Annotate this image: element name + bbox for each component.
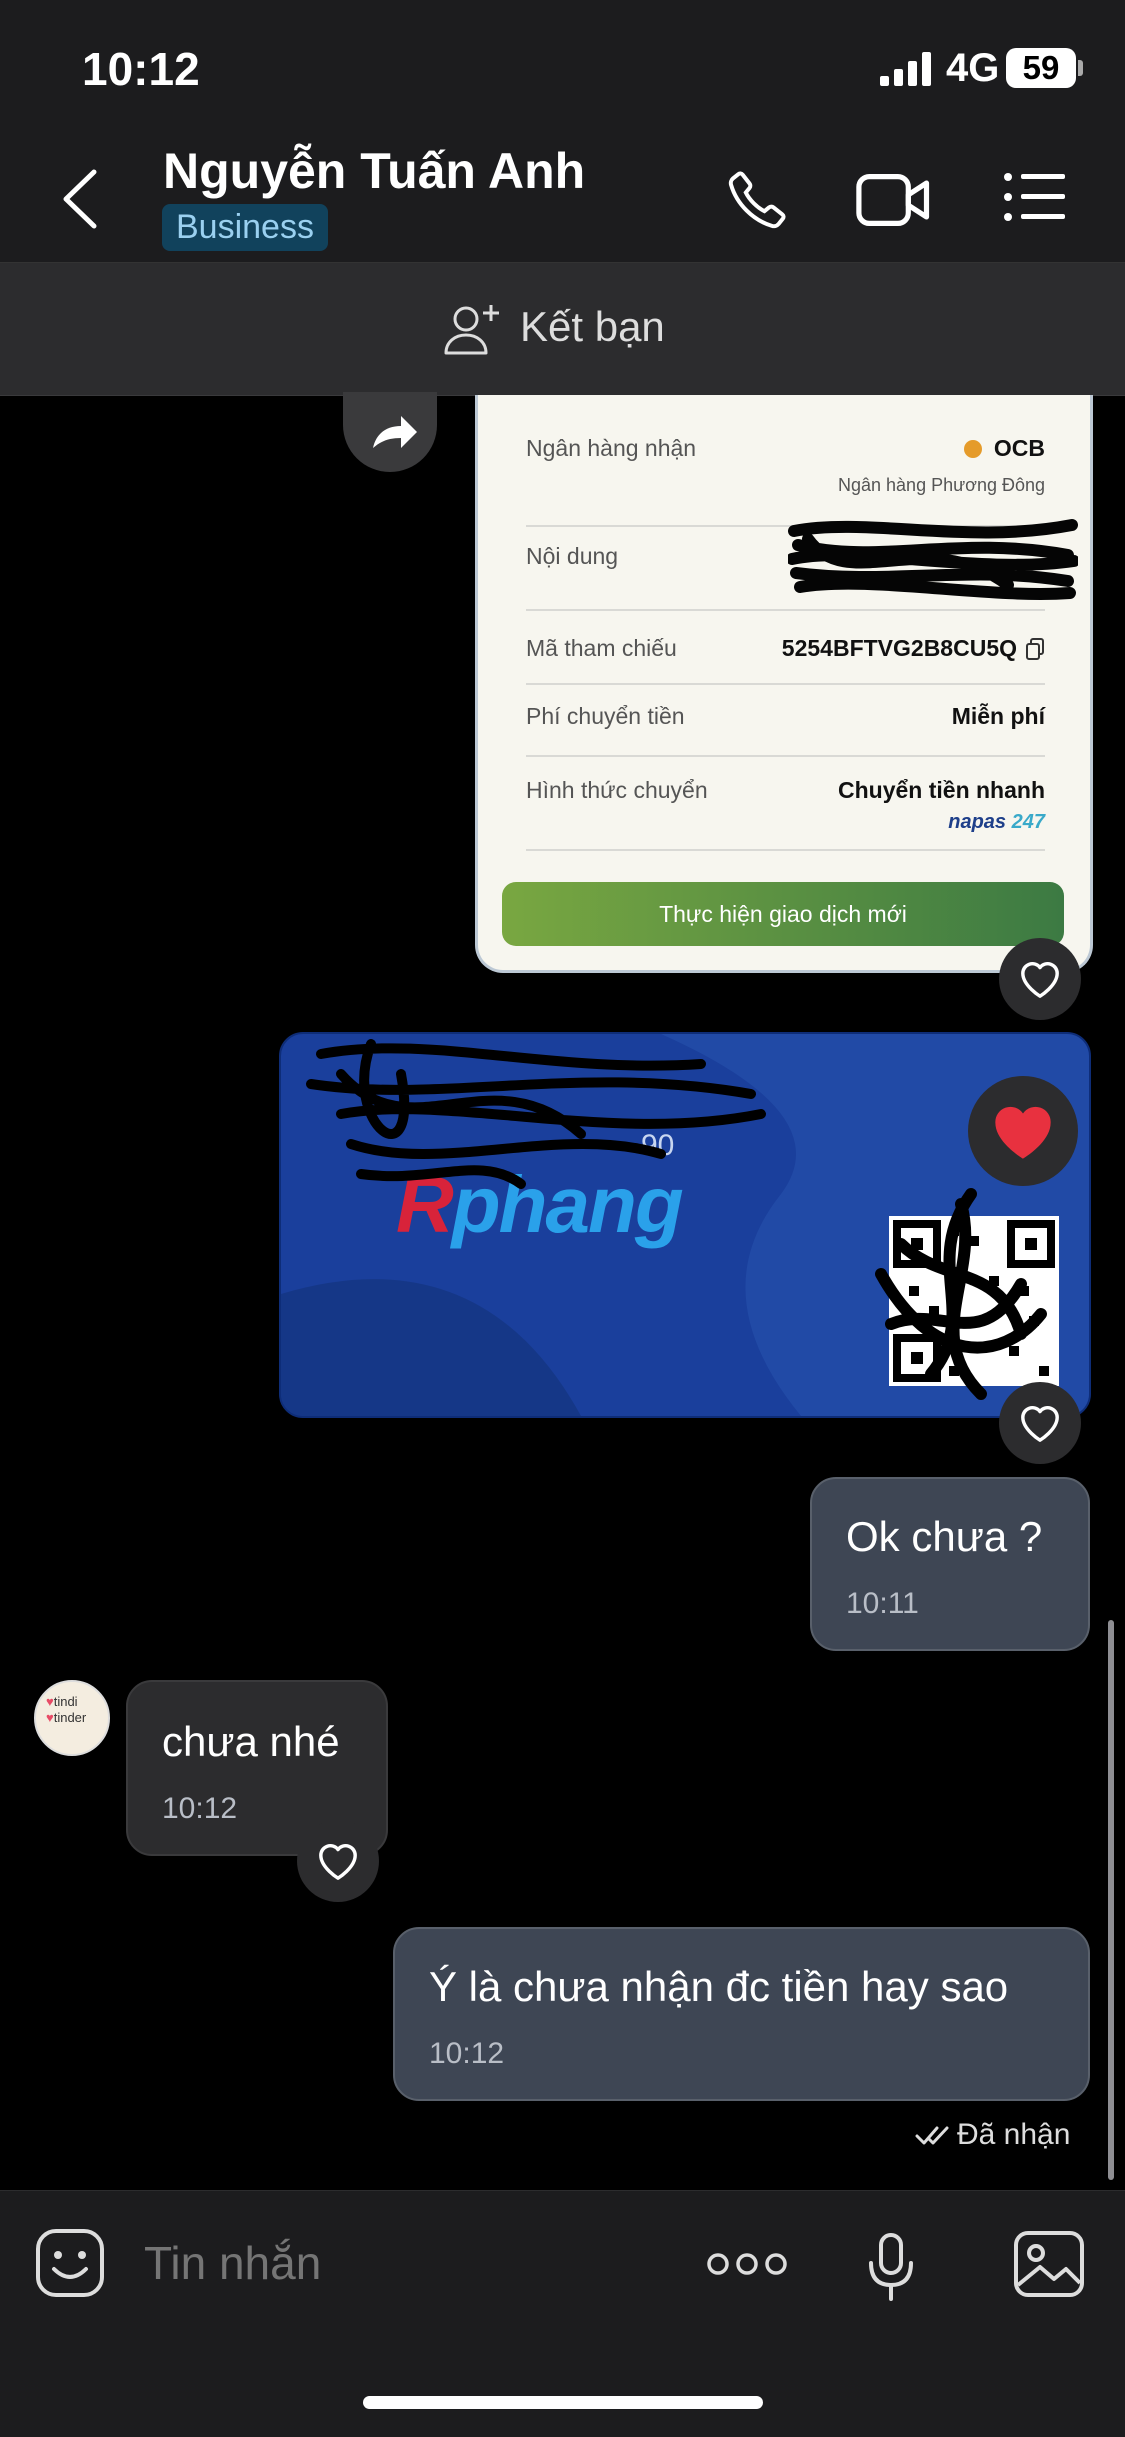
receipt-value: Miễn phí: [951, 703, 1045, 729]
scrollbar[interactable]: [1108, 1620, 1114, 2180]
card-image[interactable]: 90 Rphang: [279, 1032, 1091, 1418]
receipt-value: 5254BFTVG2B8CU5Q: [781, 635, 1017, 661]
home-indicator: [363, 2396, 763, 2409]
receipt-label: Hình thức chuyển: [526, 777, 708, 803]
heart-outline-icon: [319, 1844, 357, 1880]
add-friend-label: Kết bạn: [520, 303, 665, 350]
message-text: Ok chưa ?: [846, 1513, 1043, 1560]
heart-outline-icon: [1021, 962, 1059, 998]
phone-icon[interactable]: [725, 168, 789, 232]
redaction-scribble: [788, 519, 1078, 600]
react-button[interactable]: [999, 1382, 1081, 1464]
battery-icon: 59: [1006, 48, 1076, 88]
ocb-logo-icon: [963, 440, 982, 458]
receipt-row-method: Hình thức chuyển Chuyển tiền nhanh napas…: [526, 775, 1045, 851]
receipt-value: OCB: [963, 435, 1045, 462]
microphone-icon[interactable]: [866, 2231, 916, 2303]
napas-logo: napas 247: [948, 811, 1045, 833]
chat-header: Nguyễn Tuấn Anh Business: [0, 130, 1125, 263]
add-user-icon: [444, 305, 499, 355]
new-transaction-button: Thực hiện giao dịch mới: [502, 882, 1064, 946]
message-input[interactable]: [142, 2235, 666, 2291]
network-type: 4G: [946, 46, 1000, 90]
receipt-label: Ngân hàng nhận: [526, 435, 697, 461]
signal-icon: [880, 52, 931, 86]
heart-reaction-badge[interactable]: [968, 1076, 1078, 1186]
receipt-row-reference: Mã tham chiếu 5254BFTVG2B8CU5Q: [526, 631, 1045, 685]
copy-icon[interactable]: [1025, 637, 1045, 661]
transfer-receipt-image[interactable]: Ngân hàng nhận OCB Ngân hàng Phương Đông…: [475, 395, 1093, 973]
menu-icon[interactable]: [1003, 172, 1067, 222]
react-button[interactable]: [297, 1820, 379, 1902]
message-bubble-sent[interactable]: Ok chưa ? 10:11: [810, 1477, 1090, 1651]
double-check-icon: [915, 2126, 949, 2145]
status-bar: 10:12 4G 59: [0, 0, 1125, 130]
contact-name[interactable]: Nguyễn Tuấn Anh: [163, 142, 585, 200]
back-icon[interactable]: [60, 168, 100, 230]
add-friend-bar[interactable]: Kết bạn: [0, 263, 1125, 396]
receipt-label: Mã tham chiếu: [526, 635, 677, 661]
message-text: chưa nhé: [162, 1718, 340, 1765]
react-button[interactable]: [999, 938, 1081, 1020]
message-time: 10:11: [846, 1587, 919, 1620]
redaction-scribble: [306, 1039, 1047, 1400]
receipt-row-bank: Ngân hàng nhận OCB Ngân hàng Phương Đông: [526, 435, 1045, 527]
message-time: 10:12: [429, 2037, 505, 2070]
forward-button[interactable]: [343, 392, 437, 472]
battery-cap: [1078, 60, 1083, 76]
receipt-row-fee: Phí chuyển tiền Miễn phí: [526, 699, 1045, 757]
message-bubble-sent[interactable]: Ý là chưa nhận đc tiền hay sao 10:12: [393, 1927, 1090, 2101]
status-time: 10:12: [82, 43, 200, 95]
business-badge: Business: [162, 204, 328, 251]
message-text: Ý là chưa nhận đc tiền hay sao: [429, 1963, 1009, 2010]
receipt-value: Chuyển tiền nhanh: [838, 777, 1045, 803]
heart-filled-icon: [995, 1106, 1051, 1159]
receipt-label: Nội dung: [526, 543, 619, 569]
message-time: 10:12: [162, 1792, 238, 1825]
avatar[interactable]: ♥tindi ♥tinder: [34, 1680, 110, 1756]
heart-outline-icon: [1021, 1406, 1059, 1442]
sticker-icon[interactable]: [34, 2227, 106, 2299]
receipt-subvalue: Ngân hàng Phương Đông: [838, 475, 1045, 495]
more-icon[interactable]: [706, 2251, 788, 2277]
image-icon[interactable]: [1012, 2229, 1086, 2299]
avatar-text: ♥tindi ♥tinder: [46, 1694, 87, 1725]
video-icon[interactable]: [855, 170, 933, 230]
receipt-label: Phí chuyển tiền: [526, 703, 685, 729]
forward-icon: [373, 416, 417, 448]
delivery-status: Đã nhận: [915, 2118, 1070, 2152]
